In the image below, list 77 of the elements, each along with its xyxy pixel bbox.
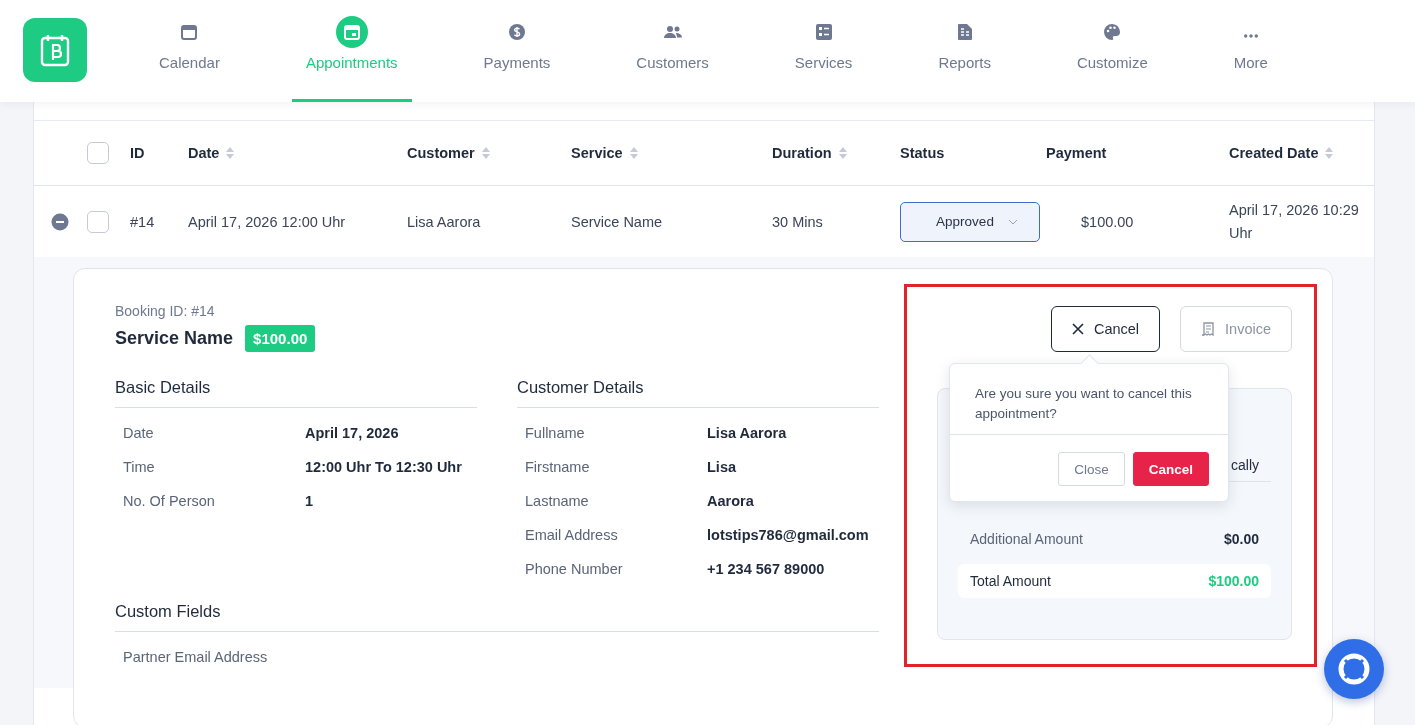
table-cell-text: #14 — [130, 213, 156, 230]
summary-value: $100.00 — [1208, 573, 1259, 589]
summary-label: Total Amount — [970, 573, 1051, 589]
summary-text: cally — [1231, 457, 1259, 473]
detail-value: Lisa — [707, 458, 736, 476]
status-dropdown[interactable]: Approved — [900, 201, 1040, 242]
detail-value: +1 234 567 89000 — [707, 560, 825, 578]
detail-value: lotstips786@gmail.com — [707, 526, 869, 544]
invoice-button[interactable]: Invoice — [1180, 306, 1292, 352]
select-all-checkbox[interactable] — [87, 142, 109, 164]
detail-label: Firstname — [525, 458, 591, 476]
sort-icon[interactable] — [480, 146, 491, 160]
table-cell-text: $100.00 — [1080, 213, 1135, 230]
sort-icon[interactable] — [225, 146, 236, 160]
sort-icon[interactable] — [628, 146, 639, 160]
calendar-icon — [342, 23, 361, 41]
nav-tab[interactable]: Payments — [469, 0, 565, 102]
price-badge: $100.00 — [245, 325, 316, 352]
nav-tab[interactable]: Services — [780, 0, 867, 102]
detail-label: Phone Number — [525, 560, 624, 578]
summary-label: Additional Amount — [970, 531, 1083, 547]
nav-tab[interactable]: More — [1219, 0, 1282, 102]
summary-value: $0.00 — [1223, 531, 1259, 547]
palette-icon — [1103, 23, 1122, 41]
detail-label: Date — [123, 424, 155, 442]
booking-id: Booking ID: #14 — [115, 303, 216, 319]
calendar-icon — [180, 23, 199, 41]
row-checkbox[interactable] — [87, 210, 109, 233]
section-heading: Basic Details — [115, 378, 477, 408]
table-cell-text: April 17, 2026 12:00 Uhr — [188, 213, 347, 230]
detail-value: April 17, 2026 — [305, 424, 399, 442]
people-icon — [662, 23, 683, 41]
column-header: Status — [900, 145, 945, 161]
sort-icon[interactable] — [837, 146, 848, 160]
lifebuoy-icon — [1337, 652, 1371, 686]
section-heading: Custom Fields — [115, 602, 879, 632]
table-cell-text: 30 Mins — [772, 213, 824, 230]
column-header: Customer — [407, 145, 475, 161]
detail-label: Lastname — [525, 492, 590, 510]
detail-value: 1 — [305, 492, 314, 510]
detail-label: Time — [123, 458, 156, 476]
column-header: Date — [188, 145, 220, 161]
confirm-cancel-button[interactable]: Cancel — [1132, 452, 1209, 486]
column-header: Created Date — [1229, 145, 1319, 161]
service-name: Service Name — [115, 328, 234, 349]
detail-label: Email Address — [525, 526, 619, 544]
close-icon — [1071, 323, 1084, 335]
detail-label: No. Of Person — [123, 492, 216, 510]
column-header: Payment — [1046, 145, 1107, 161]
detail-label: Fullname — [525, 424, 586, 442]
confirm-message: Are you sure you want to cancel this appointment? — [950, 364, 1228, 435]
detail-value: Lisa Aarora — [707, 424, 787, 442]
dollar-icon — [507, 23, 526, 41]
close-button[interactable]: Close — [1058, 452, 1125, 486]
list-icon — [814, 23, 833, 41]
more-icon — [1243, 34, 1258, 38]
detail-value: Aarora — [707, 492, 754, 510]
cancel-button[interactable]: Cancel — [1050, 306, 1161, 352]
column-header: Duration — [772, 145, 832, 161]
detail-value: 12:00 Uhr To 12:30 Uhr — [305, 458, 462, 476]
section-heading: Customer Details — [517, 378, 879, 408]
document-icon — [956, 23, 973, 41]
nav-tab[interactable]: Customers — [622, 0, 723, 102]
receipt-icon — [1201, 321, 1216, 337]
collapse-icon[interactable] — [51, 212, 69, 231]
column-header: Service — [571, 145, 623, 161]
table-cell-text: Service Name — [571, 213, 664, 230]
table-cell-text: Lisa Aarora — [407, 213, 482, 230]
sort-icon[interactable] — [1324, 146, 1335, 160]
app-logo-icon[interactable] — [23, 18, 87, 82]
nav-tab[interactable]: Customize — [1062, 0, 1162, 102]
table-cell-text: April 17, 2026 10:29 Uhr — [1229, 200, 1360, 243]
column-header: ID — [130, 145, 145, 161]
nav-tab[interactable]: Reports — [924, 0, 1005, 102]
detail-label: Partner Email Address — [123, 648, 268, 666]
chevron-down-icon — [1007, 218, 1018, 225]
nav-tab[interactable]: Calendar — [145, 0, 234, 102]
